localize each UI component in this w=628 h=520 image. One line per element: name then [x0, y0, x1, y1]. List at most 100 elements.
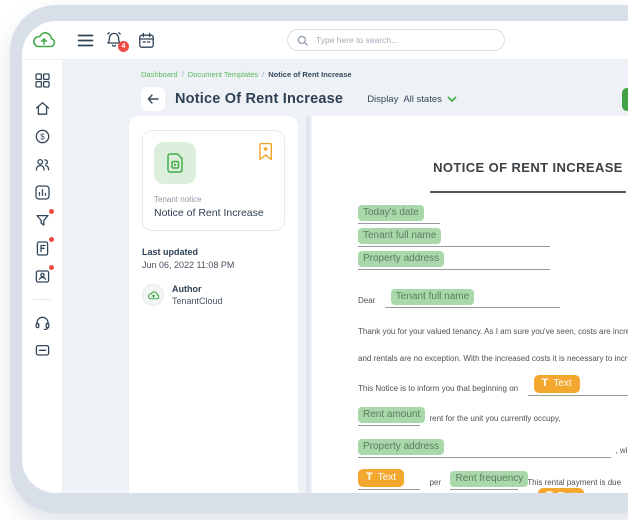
cloud-logo-icon	[31, 31, 57, 49]
field-chip-tenant-full-name[interactable]: Tenant full name	[391, 289, 474, 306]
notifications-button[interactable]: 4	[105, 31, 123, 49]
template-title: Notice of Rent Increase	[154, 207, 273, 219]
sidebar-item-dashboard[interactable]	[34, 72, 51, 89]
document-f-icon	[34, 240, 51, 257]
people-icon	[34, 156, 51, 173]
global-search[interactable]	[287, 29, 505, 51]
breadcrumb-document-templates[interactable]: Document Templates	[188, 70, 258, 79]
sidebar-item-rentals[interactable]	[34, 100, 51, 117]
sidebar-item-support[interactable]	[34, 314, 51, 331]
display-value: All states	[403, 94, 442, 105]
sidebar-item-documents[interactable]	[34, 240, 51, 257]
alert-dot	[49, 209, 54, 214]
sidebar-item-reports[interactable]	[34, 184, 51, 201]
back-arrow-icon	[147, 94, 159, 104]
document-heading: NOTICE OF RENT INCREASE	[358, 160, 628, 175]
rent-amount-row: Rent amount rent for the unit you curren…	[358, 408, 628, 426]
breadcrumb: Dashboard / Document Templates / Notice …	[141, 70, 352, 79]
sidebar-item-equipment[interactable]	[34, 212, 51, 229]
calendar-button[interactable]	[138, 32, 155, 49]
paragraph-4: rent for the unit you currently occupy,	[429, 414, 560, 423]
dear-label: Dear	[358, 296, 375, 305]
last-updated-label: Last updated	[142, 247, 285, 257]
rail-divider	[33, 299, 51, 300]
paragraph-3: This Notice is to inform you that beginn…	[358, 384, 518, 393]
alert-dot	[49, 237, 54, 242]
window-frame: 4	[10, 5, 628, 513]
dashboard-icon	[34, 72, 51, 89]
text-icon: T	[542, 377, 549, 389]
field-line-todays-date: Today's date	[358, 209, 440, 224]
sidebar-item-contacts[interactable]	[34, 156, 51, 173]
primary-action-button-cutoff[interactable]	[622, 88, 628, 111]
template-category: Tenant notice	[154, 195, 273, 204]
sidebar-icon-rail: $	[22, 60, 63, 493]
sidebar-item-applications[interactable]	[34, 268, 51, 285]
back-button[interactable]	[141, 87, 165, 111]
property-address-row: Property address , will	[358, 440, 628, 458]
paragraph-2: and rentals are no exception. With the i…	[358, 354, 628, 363]
bookmark-button[interactable]	[258, 142, 273, 161]
field-chip-rent-frequency[interactable]: Rent frequency	[450, 471, 528, 488]
chat-panel-icon	[34, 342, 51, 359]
home-icon	[34, 100, 51, 117]
per-label: per	[429, 478, 441, 487]
field-chip-tenant-full-name[interactable]: Tenant full name	[358, 228, 441, 245]
hamburger-icon	[77, 34, 94, 47]
template-card[interactable]: Tenant notice Notice of Rent Increase	[142, 130, 285, 231]
field-line-property-address-2: Property address	[358, 443, 611, 458]
sidebar-item-feedback[interactable]	[34, 342, 51, 359]
app-window: 4	[22, 21, 628, 493]
document-preview-page: NOTICE OF RENT INCREASE Today's date Ten…	[312, 116, 628, 493]
field-line-rent-frequency: Rent frequency	[450, 475, 518, 490]
paragraph-5: , will	[615, 446, 628, 455]
document-template-icon	[163, 151, 187, 175]
field-chip-property-address[interactable]: Property address	[358, 251, 444, 268]
per-frequency-row: TText per Rent frequency . This rental p…	[358, 472, 628, 490]
text-icon: T	[366, 471, 373, 483]
bookmark-star-icon	[258, 142, 273, 161]
heading-underline	[430, 191, 626, 193]
breadcrumb-dashboard[interactable]: Dashboard	[141, 70, 178, 79]
sidebar-item-accounting[interactable]: $	[34, 128, 51, 145]
field-line-tenant-full-name: Tenant full name	[358, 232, 550, 247]
tenantcloud-logo[interactable]	[22, 31, 66, 49]
calendar-icon	[138, 32, 155, 49]
hamburger-menu-button[interactable]	[77, 34, 94, 47]
screenshot-stage: 4	[0, 0, 628, 520]
text-field-chip[interactable]: TText	[358, 469, 404, 487]
field-line-amount-text: TText	[358, 475, 420, 490]
author-name: TenantCloud	[172, 296, 223, 306]
text-field-chip[interactable]: TText	[534, 375, 580, 393]
field-group-top: Today's date Tenant full name Property a…	[358, 209, 628, 270]
paragraph-6: . This rental payment is due	[523, 478, 621, 487]
field-chip-property-address[interactable]: Property address	[358, 439, 444, 456]
template-info-panel: Tenant notice Notice of Rent Increase La…	[129, 116, 298, 493]
alert-dot	[49, 265, 54, 270]
author-block: Author TenantCloud	[142, 284, 285, 306]
breadcrumb-separator: /	[182, 70, 184, 79]
notification-badge: 4	[118, 41, 129, 52]
beginning-on-row: This Notice is to inform you that beginn…	[358, 378, 628, 396]
last-updated-block: Last updated Jun 06, 2022 11:08 PM	[142, 247, 285, 270]
display-filter[interactable]: Display All states	[367, 94, 457, 105]
field-chip-todays-date[interactable]: Today's date	[358, 205, 424, 222]
chevron-down-icon	[447, 96, 457, 103]
cloud-avatar-icon	[147, 291, 160, 300]
search-input[interactable]	[314, 34, 495, 46]
author-label: Author	[172, 284, 223, 294]
document-content: NOTICE OF RENT INCREASE Today's date Ten…	[312, 116, 628, 493]
field-chip-rent-amount[interactable]: Rent amount	[358, 407, 425, 424]
app-body: $	[22, 60, 628, 493]
bar-chart-icon	[34, 184, 51, 201]
breadcrumb-current: Notice of Rent Increase	[268, 70, 351, 79]
breadcrumb-separator: /	[262, 70, 264, 79]
page-scrollbar[interactable]	[306, 116, 310, 493]
svg-text:$: $	[40, 132, 45, 141]
top-bar: 4	[22, 21, 628, 60]
paragraph-1: Thank you for your valued tenancy. As I …	[358, 327, 628, 336]
author-avatar	[142, 284, 164, 306]
dear-row: Dear Tenant full name	[358, 290, 628, 308]
text-field-chip-cutoff[interactable]: TText	[538, 488, 584, 493]
text-icon: T	[546, 490, 553, 493]
